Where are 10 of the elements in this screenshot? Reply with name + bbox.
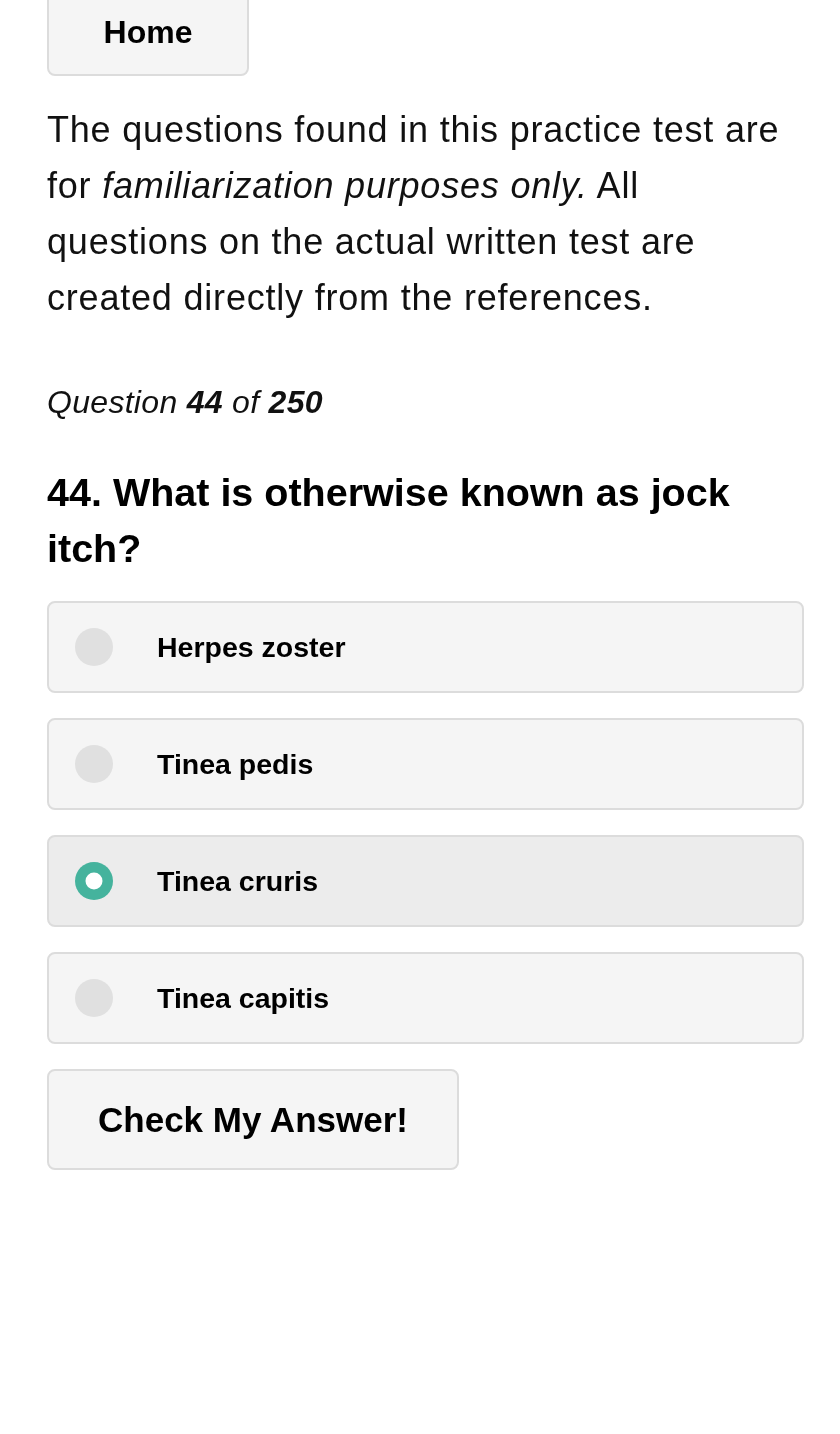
answer-option[interactable]: Herpes zoster [47, 601, 804, 693]
question-counter: Question 44 of 250 [47, 383, 324, 422]
answer-option[interactable]: Tinea capitis [47, 952, 804, 1044]
radio-icon [75, 862, 113, 900]
disclaimer-text: The questions found in this practice test are for familiarization purposes only. All questions on the actual written test are created directly from the references. [47, 108, 781, 320]
home-button[interactable]: Home [47, 0, 249, 76]
answer-option[interactable]: Tinea pedis [47, 718, 804, 810]
answer-option[interactable]: Tinea cruris [47, 835, 804, 927]
question-text: 44. What is otherwise known as jock itch? [47, 469, 731, 572]
check-answer-button[interactable]: Check My Answer! [47, 1069, 459, 1170]
